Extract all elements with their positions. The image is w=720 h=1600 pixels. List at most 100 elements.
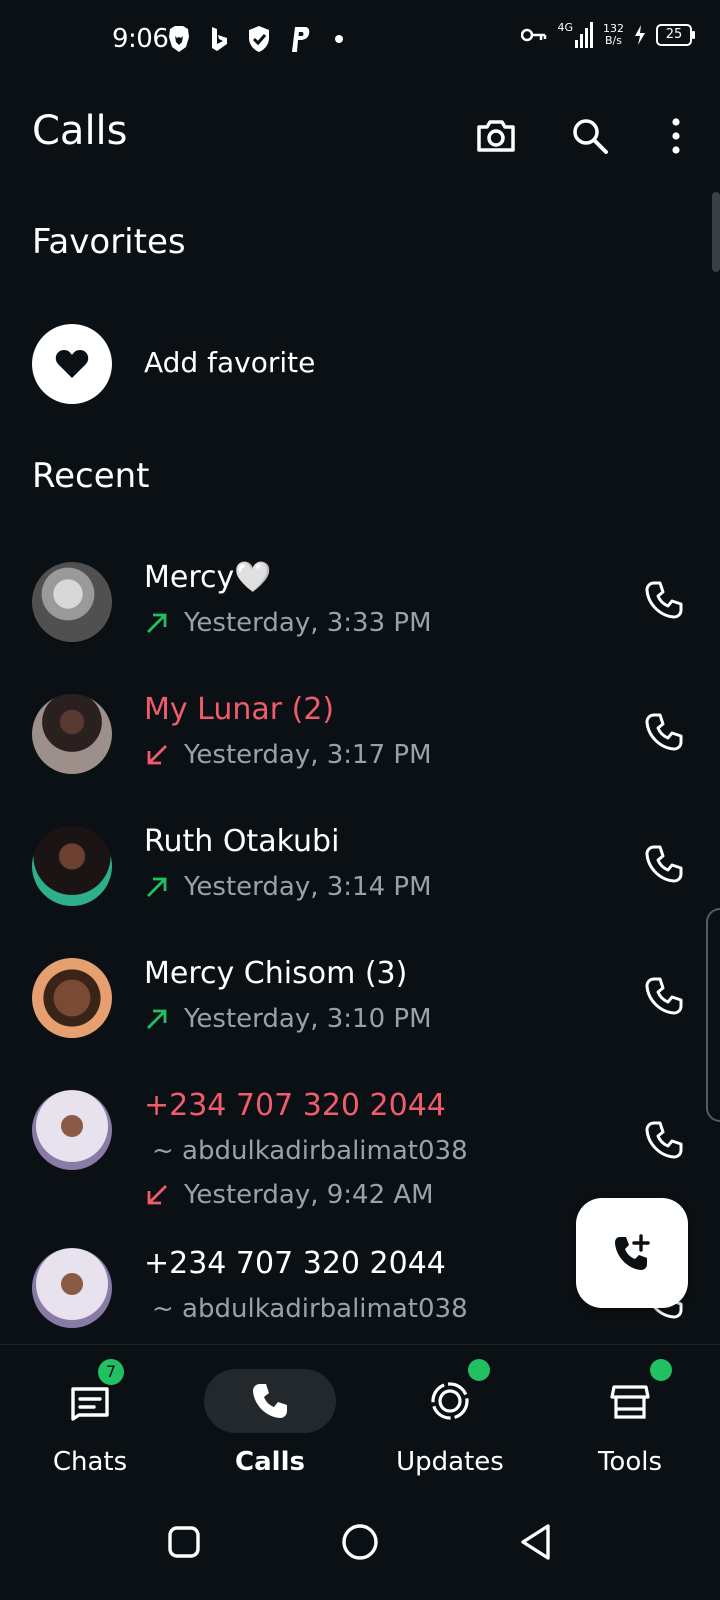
chats-unread-badge: 7 [98, 1359, 124, 1385]
call-detail: Yesterday, 3:17 PM [144, 740, 432, 770]
charging-bolt-icon [635, 25, 645, 45]
vpn-key-icon [521, 28, 547, 42]
avatar[interactable] [32, 826, 112, 906]
updates-icon-container [384, 1369, 516, 1433]
outgoing-call-arrow-icon [147, 1009, 167, 1029]
call-log-row[interactable]: Mercy🤍 Yesterday, 3:33 PM [0, 560, 720, 680]
missed-call-arrow-icon [147, 745, 167, 765]
chats-icon-container [24, 1369, 156, 1433]
voice-call-button[interactable] [640, 708, 688, 756]
call-log-row[interactable]: Ruth Otakubi Yesterday, 3:14 PM [0, 824, 720, 944]
page-title: Calls [32, 108, 128, 154]
call-detail: Yesterday, 9:42 AM [144, 1180, 434, 1210]
network-type: 4G [557, 21, 573, 34]
signal-strength-icon: 4G [557, 22, 593, 48]
avatar[interactable] [32, 1248, 112, 1328]
call-detail: Yesterday, 3:33 PM [144, 608, 432, 638]
tab-updates[interactable]: Updates [360, 1345, 540, 1477]
system-navigation-bar [0, 1490, 720, 1600]
recents-button[interactable] [154, 1512, 214, 1572]
more-options-button[interactable] [652, 112, 700, 160]
add-favorite-avatar[interactable] [32, 324, 112, 404]
bottom-navigation: 7 Chats Calls Updates Tools [0, 1344, 720, 1477]
tab-tools-label: Tools [597, 1447, 663, 1477]
updates-indicator-dot [468, 1359, 490, 1381]
heart-icon [55, 350, 89, 378]
new-call-fab[interactable] [576, 1198, 688, 1308]
call-detail: Yesterday, 3:10 PM [144, 1004, 432, 1034]
phone-icon [253, 1384, 287, 1418]
tab-calls-label: Calls [235, 1447, 305, 1477]
voice-call-button[interactable] [640, 1116, 688, 1164]
outgoing-call-arrow-icon [147, 613, 167, 633]
contact-name: +234 707 320 2044 [144, 1246, 446, 1281]
phone-icon [645, 845, 683, 883]
updates-status-icon [431, 1382, 469, 1420]
search-button[interactable] [566, 112, 614, 160]
status-system-icons: 4G 132 B/s 25 [521, 22, 695, 48]
status-bar: 9:06 4G 132 B/s 25 [0, 0, 720, 80]
more-vertical-icon [672, 118, 680, 154]
p-app-icon [286, 24, 312, 54]
call-time: Yesterday, 3:10 PM [184, 1004, 432, 1034]
tab-chats-label: Chats [52, 1447, 128, 1477]
recent-heading: Recent [32, 456, 150, 496]
voice-call-button[interactable] [640, 972, 688, 1020]
add-favorite-label[interactable]: Add favorite [144, 346, 315, 379]
call-time: Yesterday, 3:14 PM [184, 872, 432, 902]
call-time: Yesterday, 3:17 PM [184, 740, 432, 770]
scrollbar-thumb[interactable] [712, 192, 720, 272]
contact-name: Mercy Chisom (3) [144, 956, 408, 991]
contact-pushname: ~ abdulkadirbalimat038 [152, 1294, 468, 1324]
contact-pushname: ~ abdulkadirbalimat038 [152, 1136, 468, 1166]
shield-check-icon [246, 24, 272, 54]
status-time: 9:06 [112, 24, 169, 54]
network-speed: 132 B/s [603, 23, 624, 47]
call-time: Yesterday, 9:42 AM [184, 1180, 434, 1210]
tab-tools[interactable]: Tools [540, 1345, 720, 1477]
tab-chats[interactable]: 7 Chats [0, 1345, 180, 1477]
voice-call-button[interactable] [640, 840, 688, 888]
contact-name: Ruth Otakubi [144, 824, 340, 859]
store-icon [610, 1385, 650, 1419]
edge-panel-handle[interactable] [706, 908, 720, 1122]
avatar[interactable] [32, 958, 112, 1038]
phone-icon [645, 977, 683, 1015]
bing-icon [206, 24, 232, 54]
avatar[interactable] [32, 1090, 112, 1170]
contact-name: +234 707 320 2044 [144, 1088, 446, 1123]
search-icon [573, 119, 608, 154]
home-circle-icon [342, 1524, 378, 1560]
back-button[interactable] [506, 1512, 566, 1572]
battery-indicator: 25 [656, 24, 695, 46]
avatar[interactable] [32, 562, 112, 642]
voice-call-button[interactable] [640, 576, 688, 624]
call-log-row[interactable]: Mercy Chisom (3) Yesterday, 3:10 PM [0, 956, 720, 1076]
recents-square-icon [168, 1526, 200, 1558]
brave-lion-icon [166, 24, 192, 54]
contact-name: My Lunar (2) [144, 692, 335, 727]
camera-button[interactable] [472, 112, 520, 160]
phone-icon [645, 713, 683, 751]
network-speed-unit: B/s [605, 34, 622, 47]
missed-call-arrow-icon [147, 1185, 167, 1205]
calls-icon-container [204, 1369, 336, 1433]
home-button[interactable] [330, 1512, 390, 1572]
favorites-heading: Favorites [32, 222, 186, 262]
tools-icon-container [564, 1369, 696, 1433]
outgoing-call-arrow-icon [147, 877, 167, 897]
phone-icon [645, 1121, 683, 1159]
camera-icon [477, 120, 515, 152]
status-notification-icons [166, 24, 352, 54]
call-time: Yesterday, 3:33 PM [184, 608, 432, 638]
call-log-row[interactable]: My Lunar (2) Yesterday, 3:17 PM [0, 692, 720, 812]
more-notifications-dot-icon [326, 24, 352, 54]
tab-calls[interactable]: Calls [180, 1345, 360, 1477]
phone-icon [645, 581, 683, 619]
back-triangle-icon [521, 1524, 550, 1560]
contact-name: Mercy🤍 [144, 560, 272, 595]
tab-updates-label: Updates [396, 1447, 504, 1477]
tools-indicator-dot [650, 1359, 672, 1381]
avatar[interactable] [32, 694, 112, 774]
chats-icon [71, 1387, 109, 1421]
